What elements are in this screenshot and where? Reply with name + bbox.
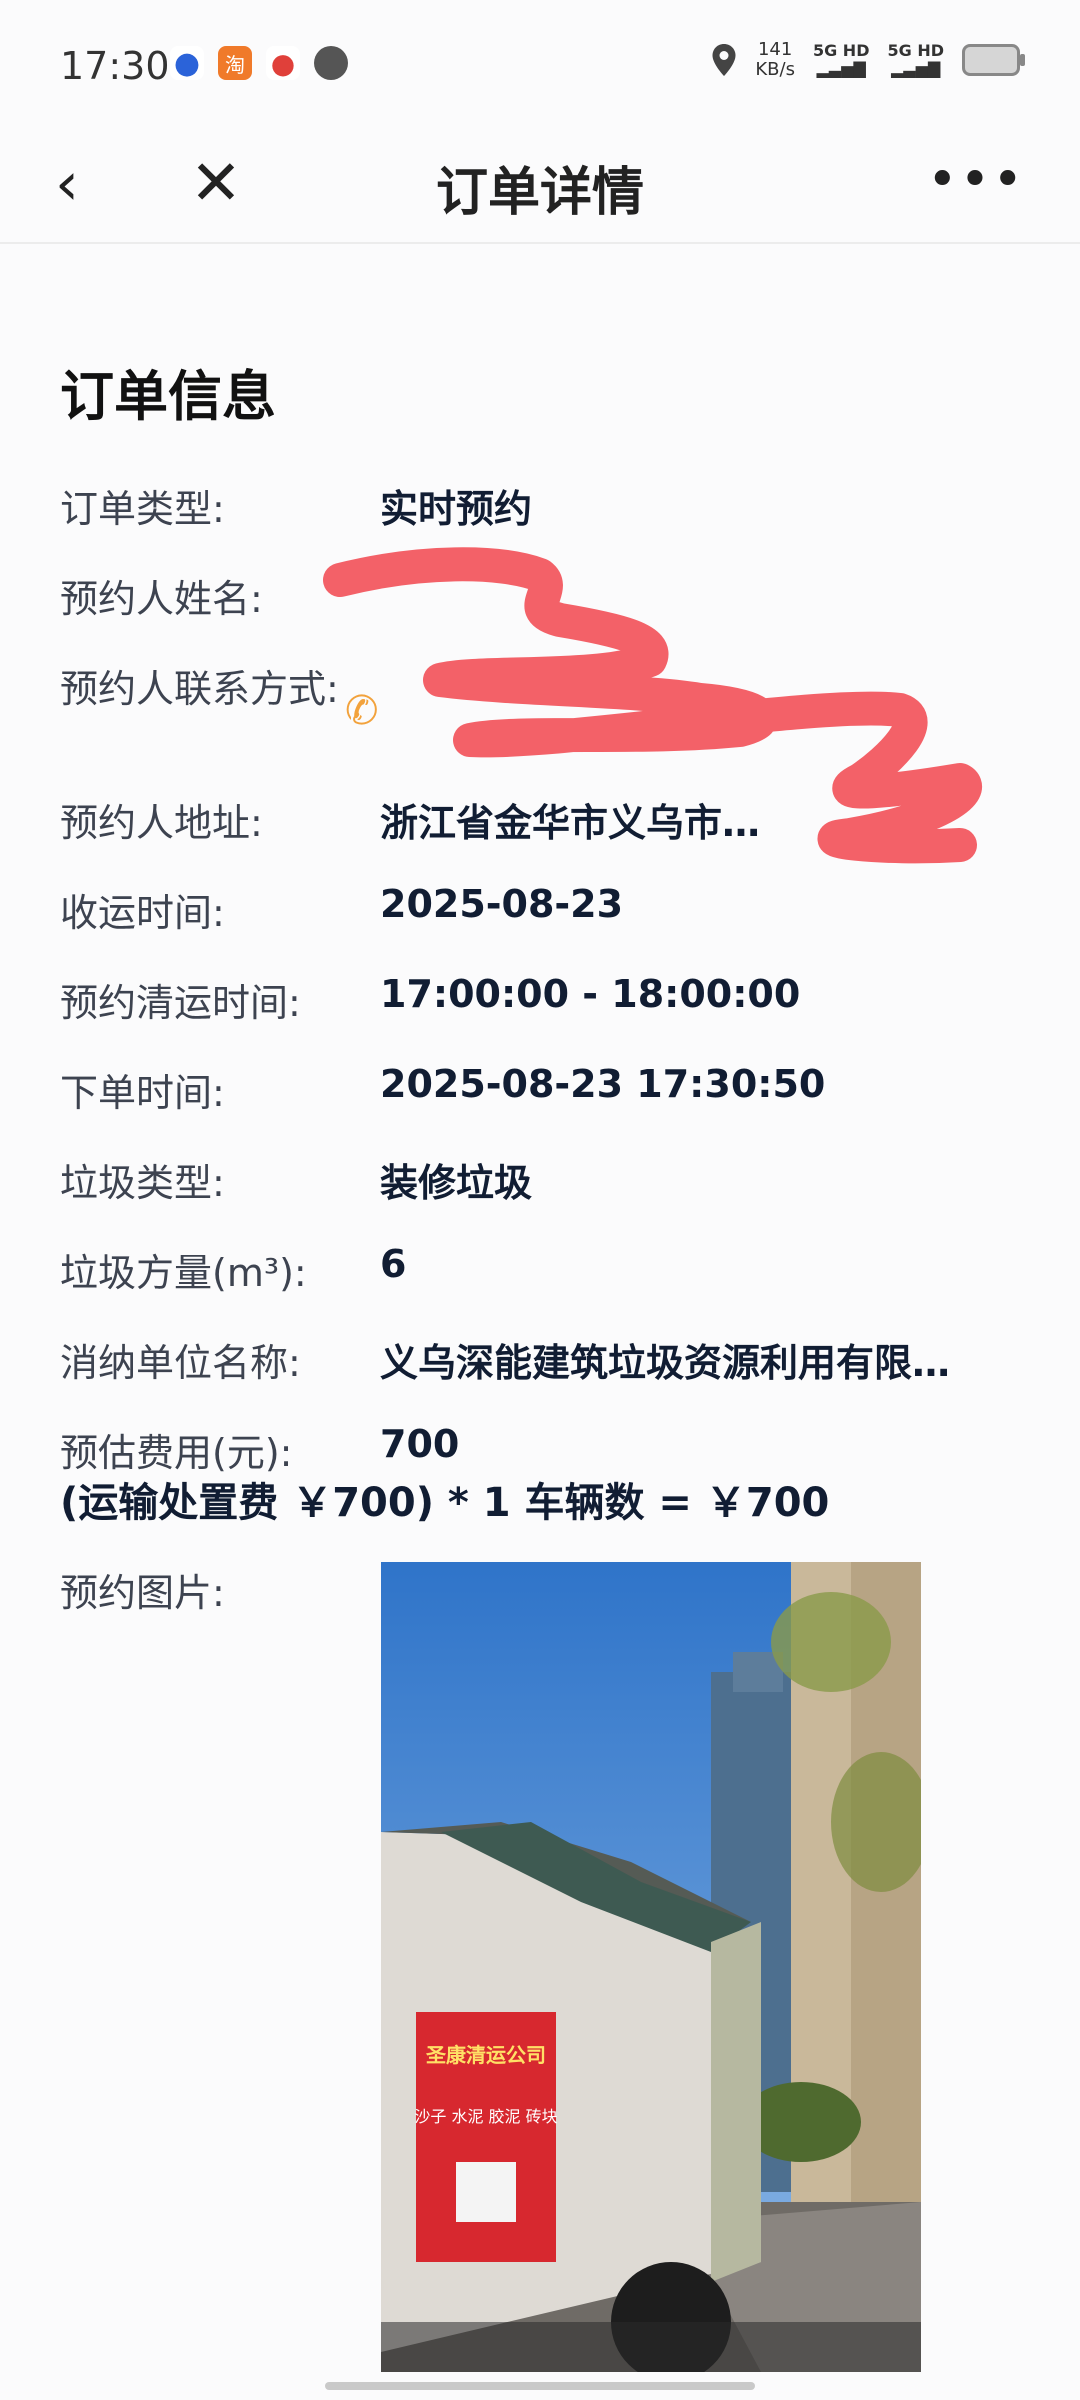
home-indicator[interactable]	[325, 2382, 755, 2390]
truck-sign-company: 圣康清运公司	[426, 2043, 546, 2067]
net-speed-value: 141	[757, 39, 793, 60]
field-label: 下单时间:	[60, 1071, 225, 1115]
status-app-icons: ● 淘 ●	[170, 46, 348, 81]
field-order-time: 下单时间: 2025-08-23 17:30:50	[60, 1062, 1020, 1122]
field-value: 义乌深能建筑垃圾资源利用有限…	[380, 1341, 951, 1385]
signal-bars-icon: ▂▃▅▇	[891, 59, 941, 78]
field-waste-type: 垃圾类型: 装修垃圾	[60, 1152, 1020, 1212]
baidu-paw-icon: ●	[170, 46, 204, 81]
photo-label: 预约图片:	[60, 1571, 225, 1615]
field-label: 垃圾方量(m³):	[60, 1251, 307, 1295]
field-value: 2025-08-23 17:30:50	[380, 1062, 826, 1106]
status-indicators: 141 KB/s 5G HD ▂▃▅▇ 5G HD ▂▃▅▇	[711, 40, 1025, 80]
taobao-icon: 淘	[218, 46, 252, 80]
net-speed: 141 KB/s	[755, 40, 795, 80]
field-label: 预约人联系方式:	[60, 667, 339, 711]
field-label: 预约清运时间:	[60, 981, 301, 1025]
signal-1: 5G HD ▂▃▅▇	[813, 42, 870, 78]
signal-2-label: 5G HD	[887, 41, 944, 60]
truck-sign-items: 沙子 水泥 胶泥 砖块	[414, 2107, 557, 2126]
field-waste-volume: 垃圾方量(m³): 6	[60, 1242, 1020, 1302]
field-label: 预约人姓名:	[60, 577, 263, 621]
net-speed-unit: KB/s	[755, 59, 795, 80]
field-clear-time: 预约清运时间: 17:00:00 - 18:00:00	[60, 972, 1020, 1032]
field-value: 17:00:00 - 18:00:00	[380, 972, 801, 1016]
truck-photo-illustration: 圣康清运公司 沙子 水泥 胶泥 砖块	[381, 1562, 921, 2372]
field-booker-name: 预约人姓名:	[60, 568, 1020, 628]
signal-1-label: 5G HD	[812, 41, 870, 60]
field-label: 消纳单位名称:	[60, 1341, 301, 1385]
message-bubble-icon	[314, 46, 348, 80]
field-value: 2025-08-23	[380, 882, 624, 926]
booking-photo[interactable]: 圣康清运公司 沙子 水泥 胶泥 砖块	[381, 1562, 921, 2372]
battery-icon	[962, 44, 1025, 76]
status-bar: 17:30 ● 淘 ● 141 KB/s 5G HD ▂▃▅▇ 5G HD ▂▃…	[0, 0, 1080, 130]
field-value: 6	[380, 1242, 407, 1286]
more-icon[interactable]: •••	[927, 150, 1025, 210]
field-value: 装修垃圾	[380, 1161, 533, 1205]
field-disposal-unit: 消纳单位名称: 义乌深能建筑垃圾资源利用有限…	[60, 1332, 1020, 1392]
signal-bars-icon: ▂▃▅▇	[816, 59, 866, 78]
page-title: 订单详情	[435, 163, 644, 223]
field-label: 收运时间:	[60, 891, 225, 935]
location-icon	[712, 44, 736, 76]
field-booker-contact: 预约人联系方式:	[60, 658, 1020, 718]
status-time: 17:30	[60, 44, 170, 88]
field-booker-address: 预约人地址: 浙江省金华市义乌市…	[60, 792, 1020, 852]
fee-formula: (运输处置费 ￥700) * 1 车辆数 = ￥700	[60, 1480, 830, 1526]
phone-icon[interactable]: ✆	[345, 688, 379, 734]
field-label: 垃圾类型:	[60, 1161, 225, 1205]
field-label: 预约人地址:	[60, 801, 263, 845]
field-value: 浙江省金华市义乌市…	[380, 801, 761, 845]
field-label: 订单类型:	[60, 487, 225, 531]
signal-2: 5G HD ▂▃▅▇	[887, 42, 944, 78]
map-pin-app-icon: ●	[266, 46, 300, 80]
field-order-type: 订单类型: 实时预约	[60, 478, 1020, 538]
field-value: 实时预约	[380, 487, 533, 531]
field-label: 预估费用(元):	[60, 1431, 293, 1475]
section-title: 订单信息	[60, 365, 276, 428]
nav-bar: ‹ ✕ 订单详情 •••	[0, 130, 1080, 244]
field-value: 700	[380, 1422, 460, 1466]
field-collect-date: 收运时间: 2025-08-23	[60, 882, 1020, 942]
